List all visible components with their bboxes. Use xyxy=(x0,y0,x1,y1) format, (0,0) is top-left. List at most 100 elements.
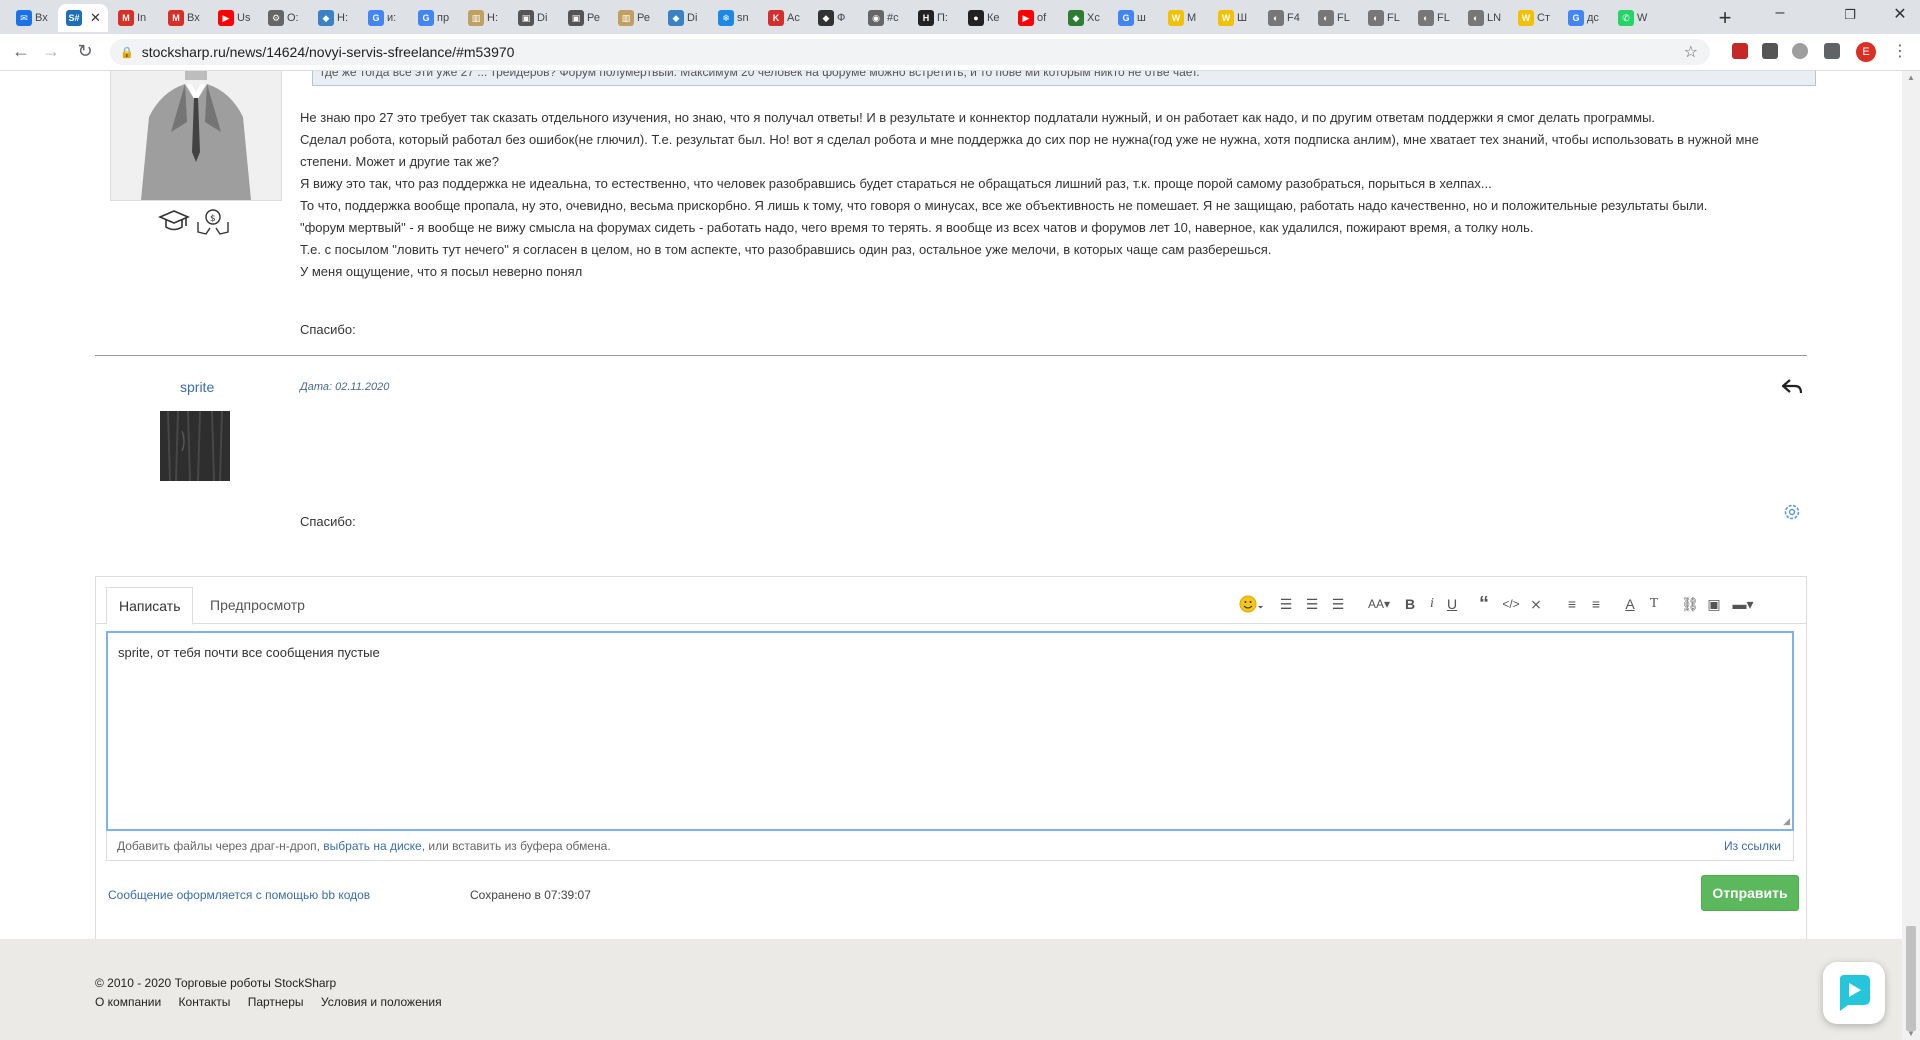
from-link-link[interactable]: Из ссылки xyxy=(1724,831,1781,861)
tab-preview[interactable]: Предпросмотр xyxy=(198,587,317,623)
extension-camera-icon[interactable] xyxy=(1762,43,1778,59)
reload-icon[interactable]: ↻ xyxy=(74,41,96,62)
scroll-up-arrow-icon[interactable]: ▲ xyxy=(1907,73,1915,82)
google-icon: G xyxy=(1118,10,1134,26)
video-dropdown-icon[interactable]: ▬▾ xyxy=(1728,593,1758,615)
browser-tab-10[interactable]: ▣ Di xyxy=(510,4,558,32)
italic-button[interactable]: i xyxy=(1422,593,1442,615)
numbered-list-icon[interactable]: ≡ xyxy=(1586,593,1606,615)
browser-tab-28[interactable]: ◐ FL xyxy=(1410,4,1458,32)
browser-tab-22[interactable]: Gш xyxy=(1110,4,1158,32)
footer-link-partners[interactable]: Партнеры xyxy=(248,995,304,1009)
reply-icon[interactable] xyxy=(1781,377,1803,397)
link-icon[interactable]: ⛓ xyxy=(1680,593,1700,615)
clear-format-button[interactable]: T xyxy=(1644,593,1664,615)
browser-tab-2[interactable]: M In xyxy=(110,4,158,32)
browser-tab-13[interactable]: ◆ Di xyxy=(660,4,708,32)
restore-button[interactable]: ❐ xyxy=(1830,7,1870,23)
font-size-button[interactable]: AA▾ xyxy=(1364,593,1394,615)
author-name-link[interactable]: sprite xyxy=(180,379,214,395)
bold-button[interactable]: B xyxy=(1400,593,1420,615)
new-tab-button[interactable]: + xyxy=(1712,5,1738,31)
tab-write[interactable]: Написать xyxy=(106,587,194,625)
browser-tab-8[interactable]: Gпр xyxy=(410,4,458,32)
extension-shield-icon[interactable] xyxy=(1732,43,1748,59)
browser-tab-30[interactable]: W Ст xyxy=(1510,4,1558,32)
browser-tab-23[interactable]: WМ xyxy=(1160,4,1208,32)
browser-tab-4[interactable]: ▶ Us xyxy=(210,4,258,32)
browser-tab-15[interactable]: K Ас xyxy=(760,4,808,32)
browser-tab-3[interactable]: M Вх xyxy=(160,4,208,32)
browser-tab-18[interactable]: H П: xyxy=(910,4,958,32)
choose-from-disk-link[interactable]: выбрать на диске xyxy=(323,839,421,853)
extension-globe-icon[interactable] xyxy=(1792,43,1808,59)
profile-avatar[interactable]: E xyxy=(1856,42,1876,62)
browser-tab-14[interactable]: ❄ sn xyxy=(710,4,758,32)
spoiler-icon[interactable]: ⨯ xyxy=(1526,593,1546,615)
tab-label: П: xyxy=(937,12,948,24)
tab-label: Ас xyxy=(787,12,800,24)
browser-tab-0[interactable]: ✉ Вх xyxy=(8,4,56,32)
quote-button[interactable]: “ xyxy=(1474,593,1494,615)
browser-tab-11[interactable]: ▣ Ре xyxy=(560,4,608,32)
browser-tab-1[interactable]: S# ✕ xyxy=(58,4,108,32)
firefox-icon: ◐ xyxy=(1268,10,1284,26)
tab-label: Н: xyxy=(337,12,348,24)
browser-tab-21[interactable]: ◆ Хс xyxy=(1060,4,1108,32)
browser-tab-5[interactable]: ⚙ O: xyxy=(260,4,308,32)
bb-codes-help-link[interactable]: Сообщение оформляется с помощью bb кодов xyxy=(108,888,370,902)
close-window-button[interactable]: ✕ xyxy=(1880,4,1920,24)
address-bar[interactable]: 🔒 stocksharp.ru/news/14624/novyi-servis-… xyxy=(110,39,1710,65)
code-button[interactable]: </> xyxy=(1498,593,1524,615)
footer-link-contacts[interactable]: Контакты xyxy=(179,995,231,1009)
browser-tab-25[interactable]: ◐ F4 xyxy=(1260,4,1308,32)
align-center-icon[interactable]: ☰ xyxy=(1302,593,1322,615)
footer-link-terms[interactable]: Условия и положения xyxy=(321,995,442,1009)
scroll-down-arrow-icon[interactable]: ▼ xyxy=(1907,1029,1915,1038)
graduation-cap-icon xyxy=(158,210,190,231)
footer-link-about[interactable]: О компании xyxy=(95,995,161,1009)
image-icon[interactable]: ▣ xyxy=(1704,593,1724,615)
browser-tab-27[interactable]: ◐ FL xyxy=(1360,4,1408,32)
tab-label: Вх xyxy=(35,12,48,24)
bullet-list-icon[interactable]: ≡ xyxy=(1562,593,1582,615)
browser-toolbar: ← → ↻ 🔒 stocksharp.ru/news/14624/novyi-s… xyxy=(0,34,1920,71)
underline-button[interactable]: U xyxy=(1442,593,1462,615)
scrollbar-thumb[interactable] xyxy=(1906,926,1916,1031)
resize-grip-icon[interactable]: ◢ xyxy=(1783,816,1790,827)
browser-tab-17[interactable]: ◉ #с xyxy=(860,4,908,32)
browser-tab-26[interactable]: ◐ FL xyxy=(1310,4,1358,32)
money-hands-icon: $ xyxy=(197,209,229,235)
browser-menu-icon[interactable]: ⋮ xyxy=(1892,41,1908,61)
align-right-icon[interactable]: ☰ xyxy=(1328,593,1348,615)
browser-tab-19[interactable]: ● Ке xyxy=(960,4,1008,32)
browser-tab-32[interactable]: ✆ W xyxy=(1610,4,1658,32)
close-tab-icon[interactable]: ✕ xyxy=(90,10,101,26)
settings-gear-icon[interactable] xyxy=(1782,502,1802,522)
browser-tab-7[interactable]: Gи: xyxy=(360,4,408,32)
browser-tab-20[interactable]: ▶ of xyxy=(1010,4,1058,32)
minimize-button[interactable]: – xyxy=(1760,4,1800,22)
text-color-button[interactable]: A xyxy=(1620,593,1640,615)
browser-tab-16[interactable]: ◆ Ф xyxy=(810,4,858,32)
browser-tab-6[interactable]: ◆ Н: xyxy=(310,4,358,32)
message-textarea[interactable]: sprite, от тебя почти все сообщения пуст… xyxy=(106,631,1794,831)
bookmark-star-icon[interactable]: ☆ xyxy=(1684,42,1698,62)
browser-tab-24[interactable]: WШ xyxy=(1210,4,1258,32)
emoji-picker-icon[interactable] xyxy=(1236,593,1266,615)
chat-widget-button[interactable] xyxy=(1823,962,1885,1024)
tab-label: FL xyxy=(1437,12,1450,24)
browser-tab-9[interactable]: ▥ Н: xyxy=(460,4,508,32)
browser-tab-31[interactable]: Gдс xyxy=(1560,4,1608,32)
url-text[interactable]: stocksharp.ru/news/14624/novyi-servis-sf… xyxy=(142,44,515,60)
browser-tab-12[interactable]: ▥ Ре xyxy=(610,4,658,32)
align-left-icon[interactable]: ☰ xyxy=(1276,593,1296,615)
send-button[interactable]: Отправить xyxy=(1701,875,1799,911)
page-scrollbar[interactable]: ▲ ▼ xyxy=(1902,71,1920,1040)
back-arrow-icon[interactable]: ← xyxy=(10,41,32,62)
file-drop-zone[interactable]: Добавить файлы через драг-н-дроп, выбрат… xyxy=(106,831,1794,861)
forward-arrow-icon[interactable]: → xyxy=(40,41,62,62)
browser-tab-29[interactable]: ◐ LN xyxy=(1460,4,1508,32)
thanks-label: Спасибо: xyxy=(300,514,356,529)
extensions-puzzle-icon[interactable] xyxy=(1824,43,1840,59)
